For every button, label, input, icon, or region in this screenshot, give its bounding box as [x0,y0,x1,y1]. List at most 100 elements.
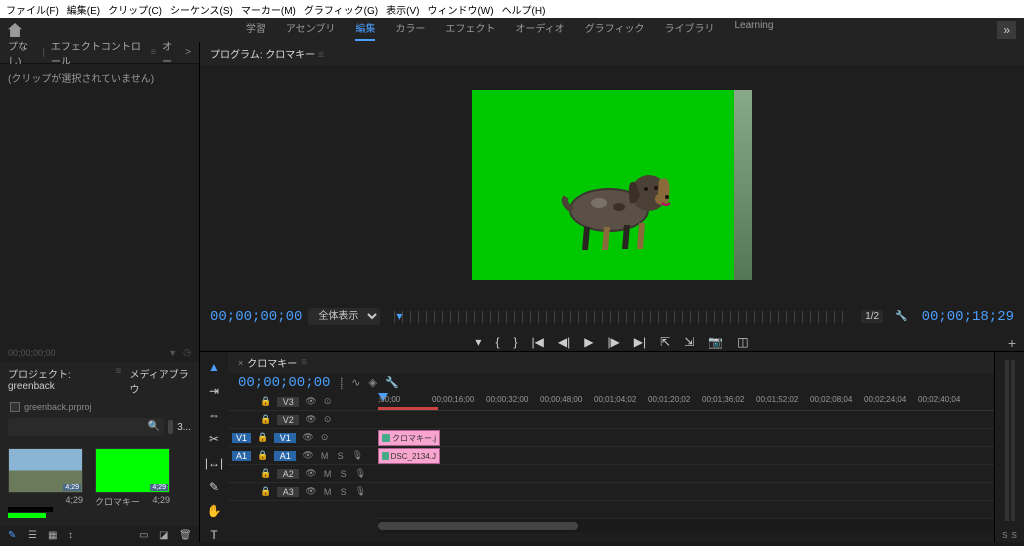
search-icon: 🔍 [148,421,160,432]
audio-tab-short[interactable]: オー [162,38,179,68]
source-tab[interactable]: プなし) [8,38,36,68]
lock-icon: 🔒 [260,468,271,479]
file-icon [10,402,20,412]
export-frame-icon[interactable]: 📷 [708,335,723,349]
workspace-tab[interactable]: 編集 [355,20,375,41]
button-editor-icon[interactable]: + [1008,335,1016,351]
menu-item[interactable]: ヘルプ(H) [502,2,546,16]
track-select-icon[interactable]: ⇥ [209,384,219,398]
program-ruler[interactable]: ▾ [394,311,847,323]
home-icon[interactable] [8,23,22,37]
timeline-ruler[interactable]: ;00;0000;00;16;0000;00;32;0000;00;48;000… [378,393,994,411]
close-tab-icon[interactable]: × [238,358,243,368]
lift-icon[interactable]: ⇱ [660,335,670,349]
workspace-tab[interactable]: ライブラリ [665,20,715,41]
menu-item[interactable]: シーケンス(S) [170,2,233,16]
video-track-header[interactable]: 🔒V3👁⊙ [228,393,378,411]
timeline-tools: ▲ ⇥ ⇔ ✂ |↔| ✎ ✋ T [200,352,228,542]
new-bin-icon[interactable]: ▭ [139,530,151,542]
slip-tool-icon[interactable]: |↔| [205,456,223,470]
sequence-tab[interactable]: × クロマキー ≡ [228,352,994,373]
audio-track-header[interactable]: 🔒A2👁MS🎙 [228,465,378,483]
resolution-select[interactable]: 1/2 [861,310,883,323]
timeline-scrollbar[interactable] [378,519,994,533]
timeline-timecode[interactable]: 00;00;00;00 [238,375,330,391]
video-track-header[interactable]: 🔒V2👁⊙ [228,411,378,429]
clip-chromakey[interactable]: クロマキー.j [378,430,440,446]
ripple-edit-icon[interactable]: ⇔ [208,408,220,422]
workspace-tab[interactable]: オーディオ [515,20,564,41]
workspace-tab[interactable]: エフェクト [445,20,495,41]
stopwatch-icon[interactable]: ◷ [183,347,191,358]
project-thumb[interactable]: 4;29クロマキー4;29 [95,448,170,518]
list-view-icon[interactable]: ☰ [28,530,40,542]
menu-item[interactable]: 表示(V) [386,2,419,16]
pen-tool-icon[interactable]: ✎ [209,480,219,494]
program-preview[interactable] [200,65,1024,304]
step-forward-icon[interactable]: |▶ [607,335,619,349]
project-search-input[interactable] [8,418,164,436]
menu-item[interactable]: ウィンドウ(W) [427,2,493,16]
funnel-icon[interactable]: ▼ [168,348,177,358]
video-track-header[interactable]: V1🔒V1👁⊙ [228,429,378,447]
project-toolbar: ✎ ☰ ▦ ↕ ▭ ◪ 🗑 [0,526,199,546]
effects-timestamp-row: 00;00;00;00 ▼ ◷ [0,343,199,362]
program-timecode[interactable]: 00;00;00;00 [210,309,302,325]
audio-track-header[interactable]: A1🔒A1👁MS🎙 [228,447,378,465]
workspace-tab[interactable]: グラフィック [585,20,645,41]
menu-item[interactable]: マーカー(M) [241,2,296,16]
project-filename: greenback.prproj [24,402,92,412]
icon-view-icon[interactable]: ▦ [48,530,60,542]
go-to-in-icon[interactable]: |◀ [531,335,543,349]
media-browser-tab[interactable]: メディアブラウ [129,366,191,396]
play-icon[interactable]: ▶ [584,335,593,349]
extract-icon[interactable]: ⇲ [684,335,694,349]
menu-item[interactable]: グラフィック(G) [304,2,378,16]
go-to-out-icon[interactable]: ▶| [634,335,646,349]
eye-icon: 👁 [305,468,316,479]
compare-icon[interactable]: ◫ [737,335,748,349]
project-thumb[interactable]: 4;294;29 [8,448,83,518]
lock-icon: 🔒 [257,432,268,443]
workspace-tab[interactable]: Learning [735,20,774,41]
selection-tool-icon[interactable]: ▲ [208,360,220,374]
eye-icon: 👁 [305,486,316,497]
workspace-tab[interactable]: アセンブリ [286,20,336,41]
type-tool-icon[interactable]: T [210,528,217,542]
workspace-tab[interactable]: 学習 [246,20,266,41]
clip-dsc[interactable]: DSC_2134.J [378,448,440,464]
menu-item[interactable]: ファイル(F) [6,2,59,16]
track-content[interactable]: ;00;0000;00;16;0000;00;32;0000;00;48;000… [378,393,994,542]
sort-icon[interactable]: ↕ [68,530,80,542]
panel-overflow-icon[interactable]: > [185,47,191,58]
linked-selection-icon[interactable]: ∿ [351,376,360,391]
marker-icon[interactable]: ◈ [368,376,376,391]
out-point-icon[interactable]: } [513,335,517,349]
project-panel-tabs: プロジェクト: greenback ≡ メディアブラウ [0,362,199,400]
program-panel-title: プログラム: クロマキー ≡ [200,42,1024,65]
panel-menu-icon[interactable]: ≡ [150,47,156,58]
new-item-icon[interactable]: ◪ [159,530,171,542]
settings-icon[interactable]: 🔧 [895,311,907,322]
overflow-icon[interactable]: » [997,21,1016,39]
in-point-icon[interactable]: { [495,335,499,349]
fit-select[interactable]: 全体表示 [308,308,380,325]
workspace-tab[interactable]: カラー [395,20,425,41]
razor-tool-icon[interactable]: ✂ [209,432,219,446]
freeform-icon[interactable]: ✎ [8,530,20,542]
hand-tool-icon[interactable]: ✋ [207,504,222,518]
playhead-icon[interactable]: ▾ [396,309,402,323]
menu-item[interactable]: 編集(E) [67,2,100,16]
project-tab[interactable]: プロジェクト: greenback [8,366,108,396]
effect-controls-tab[interactable]: エフェクトコントロール [51,38,144,68]
trash-icon[interactable]: 🗑 [179,530,191,542]
marker-add-icon[interactable]: ▾ [475,335,481,349]
step-back-icon[interactable]: ◀| [558,335,570,349]
menu-item[interactable]: クリップ(C) [108,2,162,16]
audio-track-header[interactable]: 🔒A3👁MS🎙 [228,483,378,501]
transport-controls: ▾ { } |◀ ◀| ▶ |▶ ▶| ⇱ ⇲ 📷 ◫ + [200,329,1024,351]
settings-wrench-icon[interactable]: 🔧 [385,376,399,391]
folder-icon[interactable] [168,420,173,434]
snap-icon[interactable]: ⸽ [340,376,343,391]
work-area-bar[interactable] [378,407,438,410]
